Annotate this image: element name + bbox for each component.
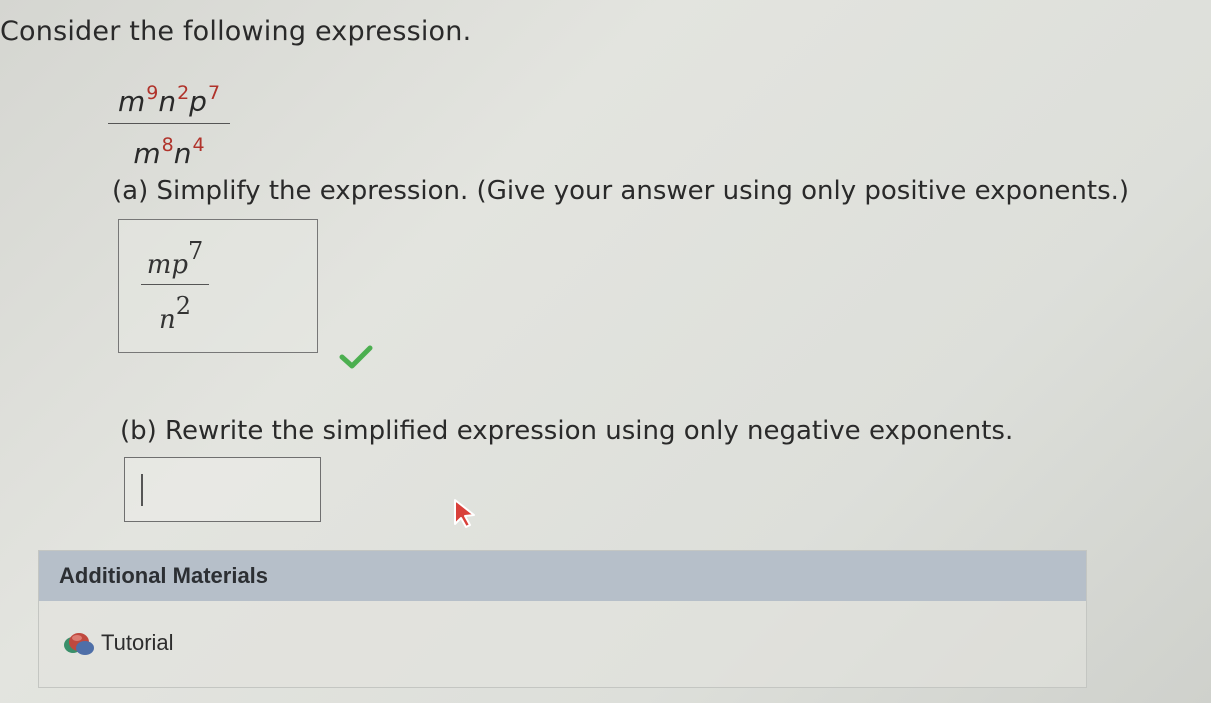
- given-denominator: m8n4: [133, 128, 204, 171]
- answer-fraction-bar: [141, 284, 209, 285]
- tutorial-label: Tutorial: [101, 630, 174, 655]
- numerator-exp-n: 2: [177, 82, 190, 104]
- mouse-pointer-icon: [454, 499, 475, 528]
- given-numerator: m9n2p7: [118, 76, 220, 119]
- question-prompt: Consider the following expression.: [0, 16, 472, 47]
- answer-numerator-base: mp: [146, 250, 189, 280]
- additional-materials-header: Additional Materials: [39, 551, 1086, 601]
- additional-materials-panel: Additional Materials Tutorial: [38, 550, 1087, 688]
- denominator-base-m: m: [133, 137, 161, 170]
- denominator-exp-n: 4: [192, 134, 205, 156]
- checkmark-icon: [339, 345, 373, 369]
- answer-denominator-base: n: [158, 305, 176, 335]
- text-caret: [141, 474, 143, 506]
- numerator-base-p: p: [189, 85, 207, 118]
- part-a-answer-expression: mp7 n2: [141, 234, 209, 337]
- denominator-base-n: n: [173, 137, 192, 170]
- numerator-base-n: n: [158, 85, 177, 118]
- part-b-answer-input[interactable]: [124, 457, 321, 522]
- numerator-base-m: m: [117, 85, 146, 118]
- part-a-instruction: (a) Simplify the expression. (Give your …: [112, 176, 1130, 206]
- tutorial-link[interactable]: Tutorial: [61, 629, 174, 657]
- part-b-instruction: (b) Rewrite the simplified expression us…: [120, 416, 1014, 446]
- part-a-answer-field[interactable]: mp7 n2: [118, 219, 318, 353]
- answer-numerator: mp7: [147, 234, 204, 282]
- numerator-exp-m: 9: [146, 82, 159, 104]
- given-expression: m9n2p7 m8n4: [108, 76, 230, 171]
- answer-denominator-exp: 2: [175, 292, 192, 320]
- answer-denominator: n2: [159, 289, 191, 337]
- tutorial-icon: [64, 633, 94, 655]
- fraction-bar: [108, 123, 230, 124]
- numerator-exp-p: 7: [207, 82, 221, 104]
- denominator-exp-m: 8: [161, 134, 174, 156]
- answer-numerator-exp: 7: [188, 237, 204, 265]
